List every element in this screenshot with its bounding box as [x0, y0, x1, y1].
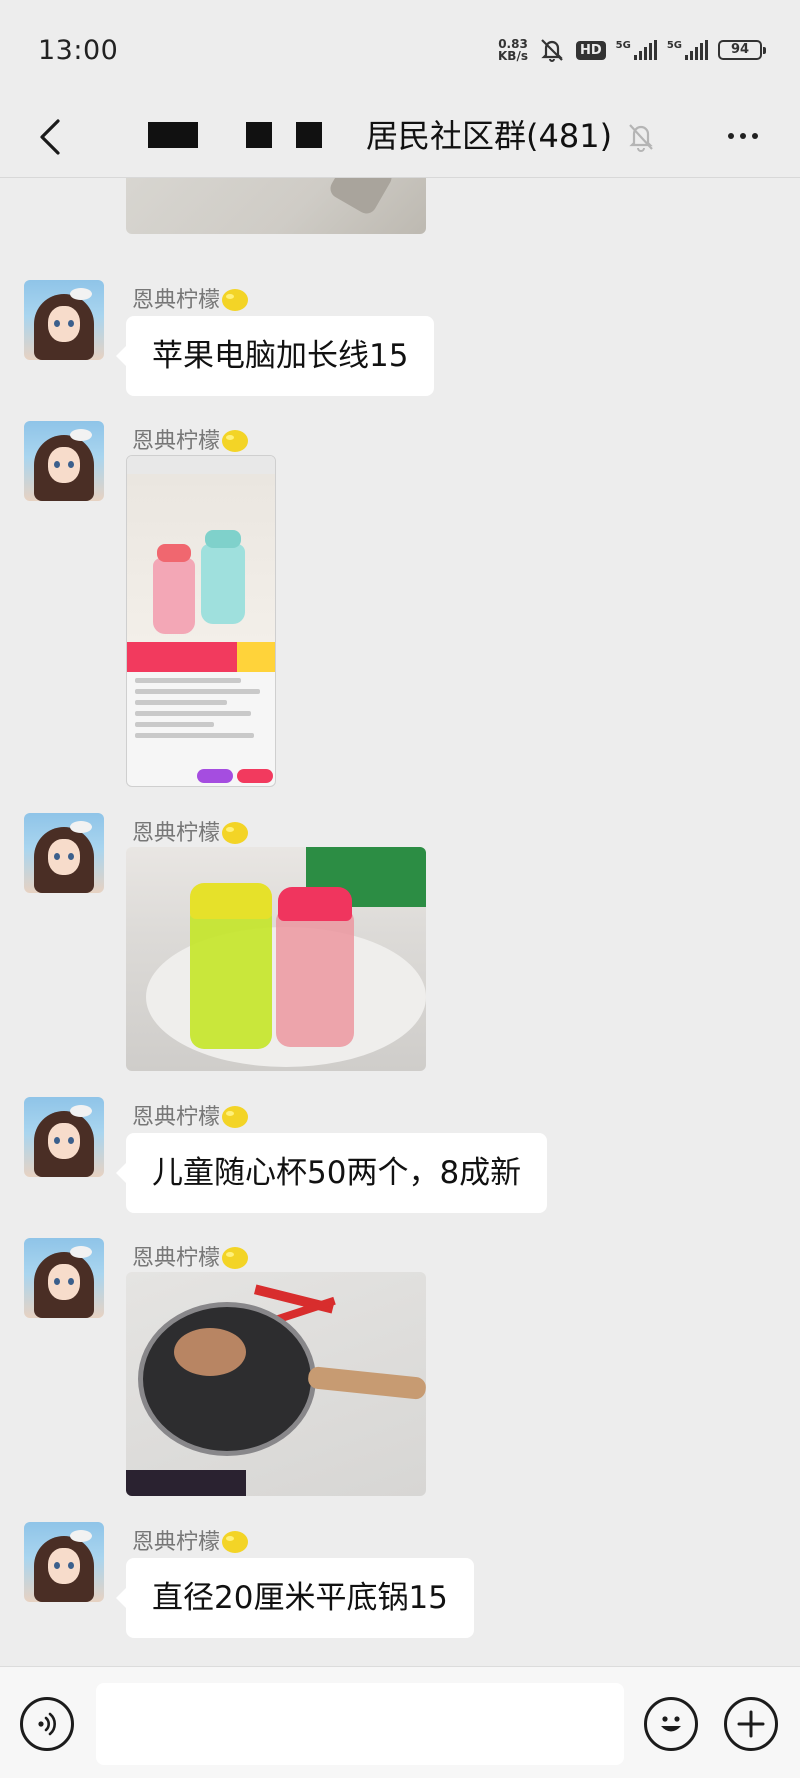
battery-icon: 94	[718, 40, 766, 60]
voice-icon	[38, 1712, 56, 1736]
voice-input-button[interactable]	[20, 1697, 74, 1751]
sender-name: 恩典柠檬	[132, 815, 249, 847]
cell-signal-1-label: 5G	[615, 40, 631, 51]
sender-name-text: 恩典柠檬	[132, 288, 221, 313]
redaction-block	[148, 122, 198, 148]
sender-name: 恩典柠檬	[132, 282, 249, 314]
chat-header: 居民社区群(481)	[0, 100, 800, 178]
sender-name-text: 恩典柠檬	[132, 1105, 221, 1130]
sender-name: 恩典柠檬	[132, 1099, 249, 1131]
sender-name: 恩典柠檬	[132, 423, 249, 455]
avatar[interactable]	[24, 280, 104, 360]
network-speed-unit: KB/s	[498, 49, 528, 63]
sender-name: 恩典柠檬	[132, 1240, 249, 1272]
text-bubble[interactable]: 直径20厘米平底锅15	[116, 1558, 474, 1638]
redaction-block	[246, 122, 272, 148]
more-dot-icon	[728, 133, 734, 139]
lemon-emoji-icon	[222, 1531, 249, 1553]
lemon-emoji-icon	[222, 430, 249, 452]
input-bar	[0, 1666, 800, 1778]
chat-title: 居民社区群(481)	[366, 117, 613, 155]
lemon-emoji-icon	[222, 1247, 249, 1269]
lemon-emoji-icon	[222, 1106, 249, 1128]
hd-voice-icon: HD	[575, 40, 606, 60]
status-time: 13:00	[38, 34, 119, 66]
avatar[interactable]	[24, 421, 104, 501]
avatar[interactable]	[24, 1522, 104, 1602]
network-speed: 0.83 KB/s	[498, 38, 528, 62]
muted-bell-icon	[624, 120, 658, 158]
sender-name-text: 恩典柠檬	[132, 821, 221, 846]
frying-pan-photo[interactable]	[126, 1272, 426, 1496]
avatar[interactable]	[24, 813, 104, 893]
hd-label: HD	[575, 40, 606, 60]
redaction-block	[296, 122, 322, 148]
sender-name-text: 恩典柠檬	[132, 1246, 221, 1271]
avatar[interactable]	[24, 1238, 104, 1318]
status-icons: 0.83 KB/s HD 5G 5G 94	[498, 37, 766, 63]
cell-signal-2-label: 5G	[666, 40, 682, 51]
message-list[interactable]: 恩典柠檬 苹果电脑加长线15 恩典柠檬 恩典柠檬 恩典柠檬 儿童随心杯50两个，…	[0, 178, 800, 1666]
message-input[interactable]	[96, 1683, 624, 1765]
chevron-left-icon	[40, 119, 60, 155]
emoji-icon	[661, 1716, 681, 1732]
cell-signal-1-icon: 5G	[616, 40, 657, 60]
plus-icon	[737, 1710, 765, 1738]
lemon-emoji-icon	[222, 289, 249, 311]
message-row: 恩典柠檬	[0, 813, 800, 1071]
water-bottles-photo[interactable]	[126, 847, 426, 1071]
sender-name: 恩典柠檬	[132, 1524, 249, 1556]
message-row: 恩典柠檬	[0, 1238, 800, 1496]
sender-name-text: 恩典柠檬	[132, 429, 221, 454]
more-options-button[interactable]	[718, 114, 768, 158]
status-bar: 13:00 0.83 KB/s HD 5G 5G 94	[0, 0, 800, 100]
lemon-emoji-icon	[222, 822, 249, 844]
cell-signal-2-icon: 5G	[667, 40, 708, 60]
text-bubble[interactable]: 苹果电脑加长线15	[115, 316, 435, 396]
more-functions-button[interactable]	[724, 1697, 778, 1751]
more-dot-icon	[740, 133, 746, 139]
back-button[interactable]	[28, 112, 72, 162]
sender-name-text: 恩典柠檬	[132, 1530, 221, 1555]
emoji-button[interactable]	[644, 1697, 698, 1751]
product-screenshot-image[interactable]	[126, 455, 276, 787]
text-bubble[interactable]: 儿童随心杯50两个，8成新	[115, 1133, 548, 1213]
avatar[interactable]	[24, 1097, 104, 1177]
more-dot-icon	[752, 133, 758, 139]
partial-image-message[interactable]	[126, 178, 426, 234]
notification-muted-icon	[538, 37, 566, 63]
